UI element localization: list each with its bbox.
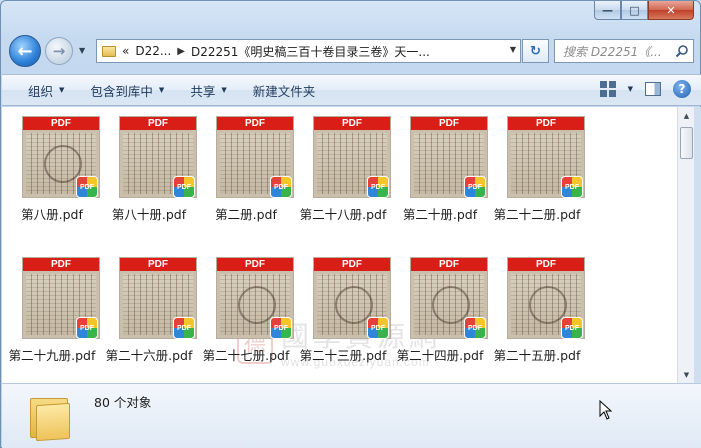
file-item[interactable]: PDF PDF 第二十三册.pdf [295, 249, 391, 369]
file-item[interactable]: PDF PDF 第八十册.pdf [101, 108, 197, 228]
pdf-app-icon: PDF [270, 176, 292, 198]
back-arrow-icon: ← [17, 40, 33, 62]
new-folder-label: 新建文件夹 [252, 83, 316, 99]
refresh-button[interactable]: ↻ [522, 39, 549, 63]
forward-button[interactable]: → [45, 37, 73, 65]
chevron-down-icon: ▼ [221, 86, 227, 94]
help-icon[interactable]: ? [673, 80, 691, 98]
mouse-cursor-icon [599, 400, 613, 420]
address-bar[interactable]: « D22... ▶ D22251《明史稿三百十卷目录三卷》天一... ▼ [96, 39, 521, 63]
file-item[interactable]: PDF PDF 第二十册.pdf [392, 108, 488, 228]
pdf-app-icon: PDF [464, 317, 486, 339]
scroll-up-icon[interactable]: ▲ [678, 107, 695, 124]
explorer-window: — □ ✕ ← → ▼ « D22... ▶ D22251《明史稿三百十卷目录三… [0, 0, 701, 448]
file-item[interactable]: PDF PDF 第二十二册.pdf [489, 108, 585, 228]
search-placeholder: 搜索 D22251《... [563, 44, 662, 59]
include-in-library-label: 包含到库中 [90, 83, 153, 99]
chevron-down-icon: ▼ [59, 86, 65, 94]
file-item[interactable]: PDF PDF 第二十五册.pdf [489, 249, 585, 369]
back-button[interactable]: ← [9, 35, 41, 67]
share-menu[interactable]: 共享 ▼ [177, 75, 239, 105]
navigation-row: ← → ▼ « D22... ▶ D22251《明史稿三百十卷目录三卷》天一..… [1, 31, 701, 71]
scrollbar-thumb[interactable] [680, 127, 693, 159]
pdf-app-icon: PDF [367, 176, 389, 198]
pdf-app-icon: PDF [76, 317, 98, 339]
maximize-button[interactable]: □ [621, 1, 648, 20]
close-button[interactable]: ✕ [648, 1, 694, 20]
search-icon[interactable] [675, 44, 689, 58]
item-count: 80 个对象 [94, 395, 152, 410]
search-input[interactable]: 搜索 D22251《... [554, 39, 694, 63]
pdf-app-icon: PDF [561, 317, 583, 339]
view-dropdown-icon[interactable]: ▼ [628, 85, 633, 93]
pdf-app-icon: PDF [464, 176, 486, 198]
file-item[interactable]: PDF PDF 第二十八册.pdf [295, 108, 391, 228]
file-list-area[interactable]: 德 國學資源網 www.guoxueziyuan.com PDF PDF 第八册… [2, 107, 677, 383]
details-pane: 80 个对象 [2, 383, 701, 448]
window-edge [694, 107, 701, 383]
file-item[interactable]: PDF PDF 第二十九册.pdf [4, 249, 100, 369]
caption-buttons: — □ ✕ [594, 1, 694, 20]
breadcrumb-current[interactable]: D22251《明史稿三百十卷目录三卷》天一... [191, 43, 430, 60]
minimize-button[interactable]: — [594, 1, 621, 20]
forward-arrow-icon: → [52, 42, 66, 60]
refresh-icon: ↻ [530, 43, 541, 59]
file-item[interactable]: PDF PDF 第二十六册.pdf [101, 249, 197, 369]
breadcrumb-overflow[interactable]: « [122, 44, 129, 58]
pdf-app-icon: PDF [76, 176, 98, 198]
pdf-app-icon: PDF [173, 317, 195, 339]
pdf-app-icon: PDF [561, 176, 583, 198]
history-dropdown-icon[interactable]: ▼ [79, 46, 89, 55]
organize-label: 组织 [28, 83, 54, 99]
file-item[interactable]: PDF PDF 第八册.pdf [4, 108, 100, 228]
file-name: 第二十二册.pdf [493, 207, 581, 222]
file-item[interactable]: PDF PDF 第二十七册.pdf [198, 249, 294, 369]
folder-icon [30, 394, 72, 442]
include-in-library-menu[interactable]: 包含到库中 ▼ [77, 75, 177, 105]
file-item[interactable]: PDF PDF 第二十四册.pdf [392, 249, 488, 369]
pdf-app-icon: PDF [270, 317, 292, 339]
command-toolbar: 组织 ▼ 包含到库中 ▼ 共享 ▼ 新建文件夹 ▼ ? [2, 74, 701, 106]
breadcrumb-chevron-icon[interactable]: ▶ [177, 46, 185, 57]
change-view-icon[interactable] [599, 81, 616, 97]
file-item[interactable]: PDF PDF 第二册.pdf [198, 108, 294, 228]
organize-menu[interactable]: 组织 ▼ [2, 75, 77, 105]
share-label: 共享 [190, 83, 216, 99]
pdf-app-icon: PDF [173, 176, 195, 198]
breadcrumb-parent[interactable]: D22... [135, 44, 171, 58]
preview-pane-icon[interactable] [645, 82, 661, 96]
chevron-down-icon: ▼ [158, 86, 165, 94]
scroll-down-icon[interactable]: ▼ [678, 366, 695, 383]
pdf-app-icon: PDF [367, 317, 389, 339]
file-name: 第二十五册.pdf [493, 348, 581, 363]
folder-icon [102, 45, 116, 57]
vertical-scrollbar[interactable]: ▲ ▼ [677, 107, 694, 383]
address-dropdown-icon[interactable]: ▼ [510, 45, 516, 54]
new-folder-button[interactable]: 新建文件夹 [240, 75, 329, 105]
